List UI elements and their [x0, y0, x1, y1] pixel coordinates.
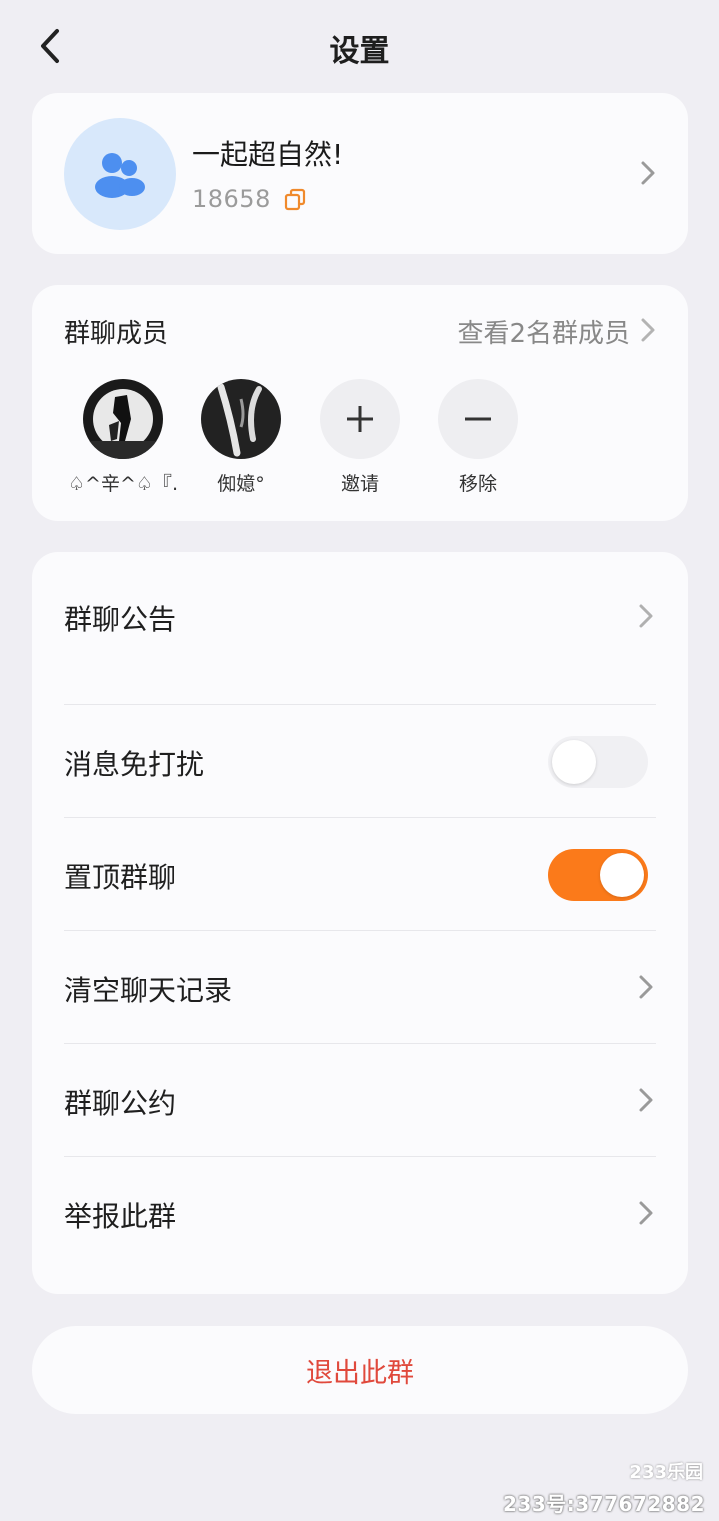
toggle-knob	[552, 740, 596, 784]
copy-icon[interactable]	[283, 187, 307, 211]
report-row[interactable]: 举报此群	[64, 1157, 656, 1269]
group-id-row: 18658	[192, 185, 307, 213]
group-people-icon	[95, 153, 145, 198]
pin-toggle[interactable]	[548, 849, 648, 901]
announcement-row[interactable]: 群聊公告	[64, 552, 656, 704]
exit-group-button[interactable]: 退出此群	[32, 1326, 688, 1414]
report-label: 举报此群	[64, 1200, 177, 1233]
group-rules-row[interactable]: 群聊公约	[64, 1044, 656, 1156]
header: 设置	[0, 0, 719, 92]
chevron-right-icon	[636, 1086, 656, 1114]
settings-list-card: 群聊公告 消息免打扰 置顶群聊 清空聊天记录 群聊公约 举报此群	[32, 552, 688, 1294]
group-id: 18658	[192, 185, 271, 213]
minus-icon	[438, 379, 518, 459]
settings-page: 设置 一起超自然! 18658 群聊成员 查看2名群成员 ♤^辛^♤『 倁嬑° …	[0, 0, 719, 1521]
mute-toggle[interactable]	[548, 736, 648, 788]
plus-icon	[320, 379, 400, 459]
member-name: ♤^辛^♤『…	[68, 473, 178, 495]
clear-history-row[interactable]: 清空聊天记录	[64, 931, 656, 1043]
member-name: 倁嬑°	[217, 473, 265, 495]
pin-label: 置顶群聊	[64, 861, 177, 894]
group-name: 一起超自然!	[192, 138, 344, 171]
group-info-card[interactable]: 一起超自然! 18658	[32, 93, 688, 254]
members-card: 群聊成员 查看2名群成员 ♤^辛^♤『…	[32, 285, 688, 521]
watermark-text: 233号:377672882	[503, 1492, 705, 1516]
member-item[interactable]: 倁嬑°	[186, 379, 296, 496]
toggle-knob	[600, 853, 644, 897]
group-avatar	[64, 118, 176, 230]
avatar	[83, 379, 163, 459]
member-item[interactable]: ♤^辛^♤『…	[68, 379, 178, 496]
chevron-right-icon[interactable]	[638, 316, 658, 344]
invite-member-button[interactable]: 邀请	[305, 379, 415, 496]
page-title: 设置	[329, 34, 390, 69]
clear-history-label: 清空聊天记录	[64, 974, 233, 1007]
view-all-members-link[interactable]: 查看2名群成员	[457, 313, 630, 350]
invite-label: 邀请	[340, 473, 379, 495]
announcement-label: 群聊公告	[64, 603, 177, 636]
group-rules-label: 群聊公约	[64, 1087, 177, 1120]
mute-label: 消息免打扰	[64, 748, 205, 781]
watermark-logo: 233乐园	[629, 1462, 703, 1483]
remove-label: 移除	[458, 473, 497, 495]
remove-member-button[interactable]: 移除	[423, 379, 533, 496]
avatar	[201, 379, 281, 459]
members-title: 群聊成员	[64, 319, 169, 349]
chevron-right-icon	[636, 973, 656, 1001]
chevron-right-icon	[638, 159, 658, 187]
chevron-right-icon	[636, 1199, 656, 1227]
chevron-right-icon	[636, 602, 656, 630]
